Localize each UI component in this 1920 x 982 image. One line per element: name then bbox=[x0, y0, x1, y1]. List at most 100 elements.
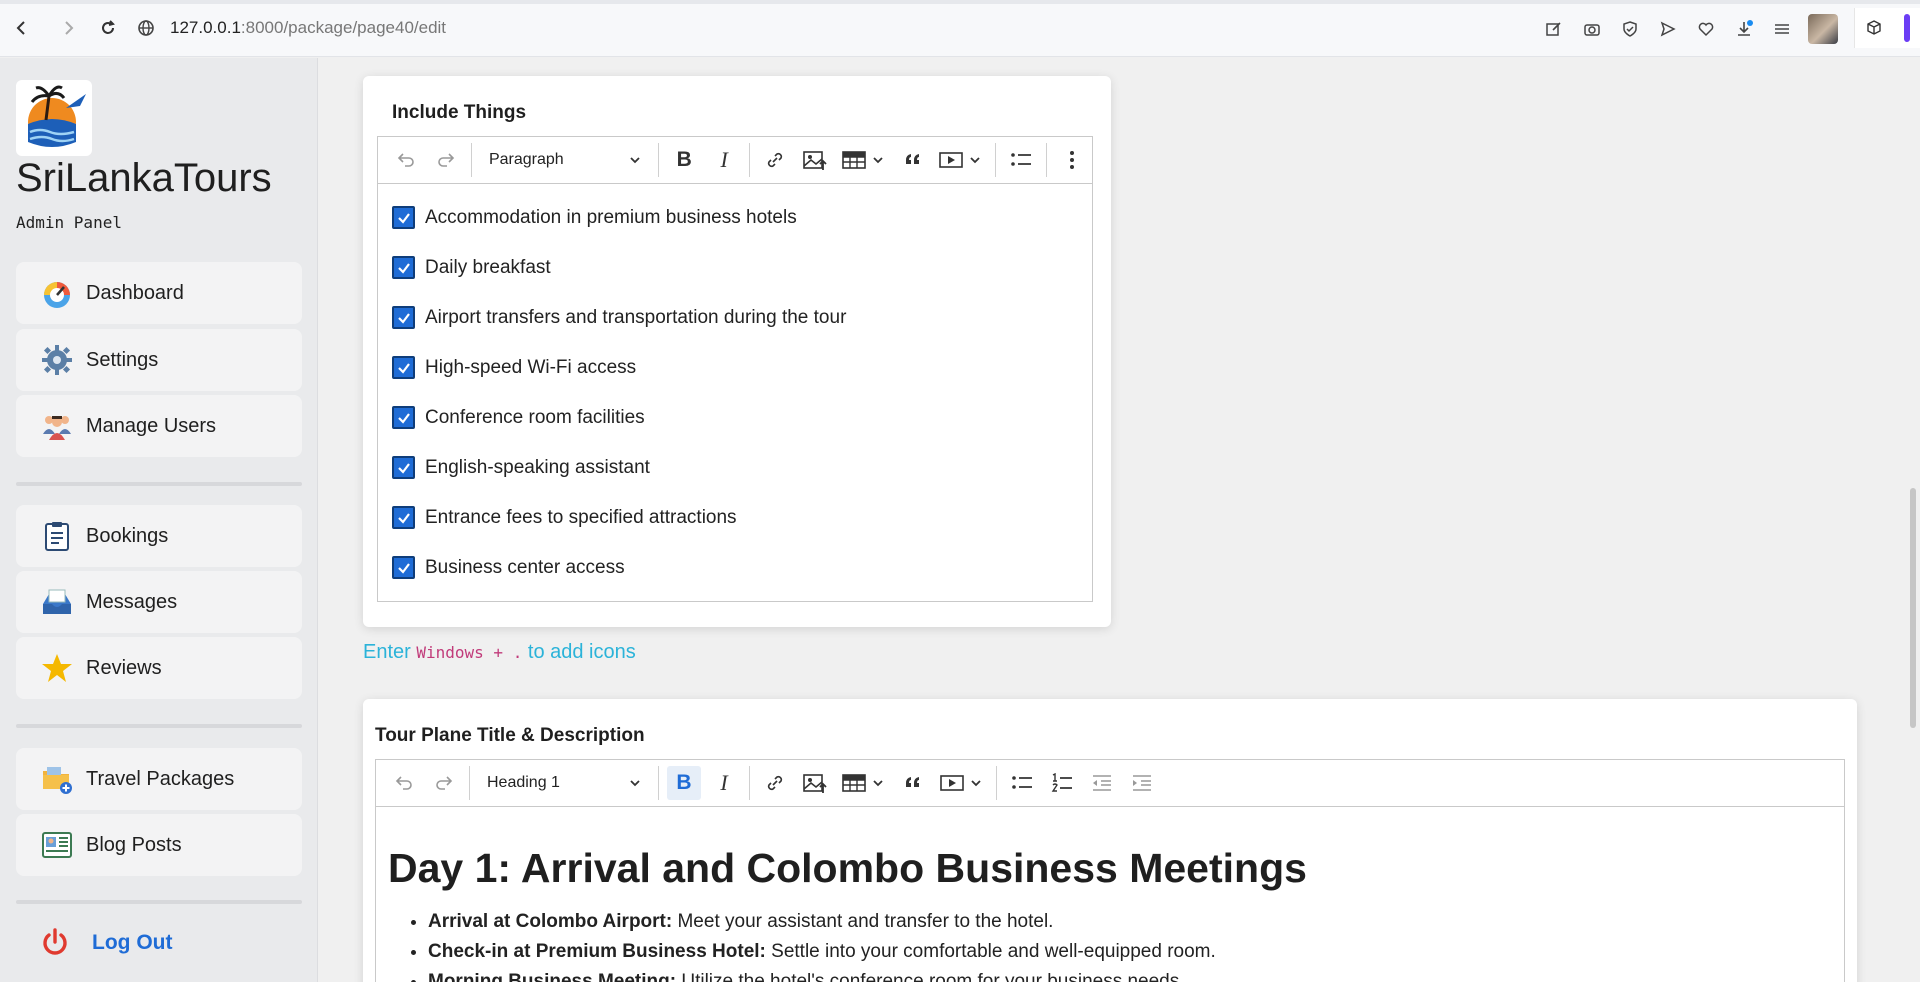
undo-button[interactable] bbox=[387, 766, 421, 800]
sidebar-item-reviews[interactable]: Reviews bbox=[16, 637, 302, 699]
sliders-icon[interactable] bbox=[1770, 17, 1794, 41]
checkbox-checked[interactable] bbox=[392, 456, 415, 479]
redo-button[interactable] bbox=[429, 143, 463, 177]
reload-button[interactable] bbox=[96, 16, 120, 40]
todo-item[interactable]: Business center access bbox=[392, 556, 625, 579]
chevron-down-icon bbox=[630, 157, 640, 164]
day-bullet-list: Arrival at Colombo Airport: Meet your as… bbox=[428, 907, 1728, 982]
brand-title: SriLankaTours bbox=[16, 156, 272, 200]
bold-button[interactable]: B bbox=[667, 766, 701, 800]
toolbar-separator bbox=[749, 143, 751, 177]
sidebar-item-bookings[interactable]: Bookings bbox=[16, 505, 302, 567]
italic-button[interactable]: I bbox=[707, 766, 741, 800]
sidebar-item-label: Settings bbox=[86, 348, 159, 371]
undo-button[interactable] bbox=[389, 143, 423, 177]
extension-panel[interactable] bbox=[1854, 8, 1920, 48]
include-things-editor[interactable]: Accommodation in premium business hotels… bbox=[377, 184, 1093, 602]
todo-item[interactable]: Airport transfers and transportation dur… bbox=[392, 306, 846, 329]
todo-item[interactable]: Entrance fees to specified attractions bbox=[392, 506, 737, 529]
shield-check-icon[interactable] bbox=[1618, 17, 1642, 41]
todo-item[interactable]: Conference room facilities bbox=[392, 406, 645, 429]
arrow-left-icon bbox=[16, 21, 25, 35]
italic-button[interactable]: I bbox=[707, 143, 741, 177]
sidebar-item-dashboard[interactable]: Dashboard bbox=[16, 262, 302, 324]
todo-item-text: Daily breakfast bbox=[425, 256, 551, 278]
bulleted-list-icon bbox=[1011, 153, 1031, 166]
more-options-button[interactable] bbox=[1055, 143, 1089, 177]
tour-description-editor[interactable]: Day 1: Arrival and Colombo Business Meet… bbox=[375, 807, 1845, 982]
outdent-button[interactable] bbox=[1085, 766, 1119, 800]
link-icon bbox=[768, 152, 783, 168]
sidebar-item-settings[interactable]: Settings bbox=[16, 329, 302, 391]
logout-button[interactable]: Log Out bbox=[40, 928, 172, 958]
insert-table-button[interactable] bbox=[838, 766, 890, 800]
toolbar-separator bbox=[658, 143, 660, 177]
paragraph-style-select[interactable]: Paragraph bbox=[477, 143, 653, 177]
checkbox-checked[interactable] bbox=[392, 406, 415, 429]
sidebar-item-messages[interactable]: Messages bbox=[16, 571, 302, 633]
hint-after: to add icons bbox=[522, 641, 636, 663]
todo-item[interactable]: English-speaking assistant bbox=[392, 456, 650, 479]
editor-toolbar: Paragraph B I bbox=[377, 136, 1093, 184]
checkbox-checked[interactable] bbox=[392, 506, 415, 529]
heart-icon[interactable] bbox=[1694, 17, 1718, 41]
profile-avatar[interactable] bbox=[1808, 14, 1838, 44]
sidebar: SriLankaTours Admin Panel Dashboard Sett… bbox=[0, 58, 318, 982]
insert-image-button[interactable] bbox=[798, 766, 832, 800]
camera-icon[interactable] bbox=[1580, 17, 1604, 41]
table-icon bbox=[842, 774, 883, 792]
insert-table-button[interactable] bbox=[838, 143, 889, 177]
card-title: Tour Plane Title & Description bbox=[375, 725, 645, 746]
sidebar-toggle-bar[interactable] bbox=[1903, 14, 1910, 42]
quote-icon bbox=[905, 154, 919, 164]
browser-actions bbox=[1542, 14, 1838, 44]
checkbox-checked[interactable] bbox=[392, 306, 415, 329]
arrow-right-icon bbox=[65, 21, 74, 35]
insert-media-button[interactable] bbox=[936, 766, 988, 800]
todo-item[interactable]: Daily breakfast bbox=[392, 256, 551, 279]
bold-button[interactable]: B bbox=[667, 143, 701, 177]
check-icon bbox=[397, 362, 410, 374]
checkbox-checked[interactable] bbox=[392, 356, 415, 379]
redo-button[interactable] bbox=[427, 766, 461, 800]
list-item-bold: Check-in at Premium Business Hotel: bbox=[428, 941, 766, 962]
toolbar-separator bbox=[658, 766, 659, 800]
bulleted-list-button[interactable] bbox=[1004, 143, 1038, 177]
sidebar-item-travel-packages[interactable]: Travel Packages bbox=[16, 748, 302, 810]
page-scrollbar[interactable] bbox=[1906, 58, 1920, 982]
check-icon bbox=[397, 212, 410, 224]
checkbox-checked[interactable] bbox=[392, 206, 415, 229]
quote-icon bbox=[906, 777, 919, 787]
indent-button[interactable] bbox=[1125, 766, 1159, 800]
scrollbar-thumb[interactable] bbox=[1910, 488, 1916, 728]
list-item-text: Settle into your comfortable and well-eq… bbox=[765, 941, 1216, 962]
checkbox-checked[interactable] bbox=[392, 556, 415, 579]
hint-shortcut: Windows + . bbox=[416, 643, 523, 662]
insert-media-button[interactable] bbox=[936, 143, 987, 177]
forward-button[interactable] bbox=[56, 16, 80, 40]
check-icon bbox=[397, 312, 410, 324]
link-button[interactable] bbox=[758, 766, 792, 800]
cube-icon bbox=[1867, 20, 1881, 35]
link-button[interactable] bbox=[758, 143, 792, 177]
back-button[interactable] bbox=[10, 16, 34, 40]
inbox-icon bbox=[40, 585, 74, 619]
star-icon bbox=[40, 651, 74, 685]
more-vertical-icon bbox=[1069, 151, 1074, 169]
download-icon[interactable] bbox=[1732, 17, 1756, 41]
todo-item-text: Entrance fees to specified attractions bbox=[425, 506, 737, 528]
blockquote-button[interactable] bbox=[896, 143, 930, 177]
sidebar-item-manage-users[interactable]: Manage Users bbox=[16, 395, 302, 457]
insert-image-button[interactable] bbox=[798, 143, 832, 177]
blockquote-button[interactable] bbox=[896, 766, 930, 800]
sidebar-item-blog-posts[interactable]: Blog Posts bbox=[16, 814, 302, 876]
todo-item[interactable]: Accommodation in premium business hotels bbox=[392, 206, 797, 229]
send-icon[interactable] bbox=[1656, 17, 1680, 41]
numbered-list-button[interactable] bbox=[1045, 766, 1079, 800]
todo-item-text: High-speed Wi-Fi access bbox=[425, 356, 637, 378]
bulleted-list-button[interactable] bbox=[1005, 766, 1039, 800]
todo-item[interactable]: High-speed Wi-Fi access bbox=[392, 356, 636, 379]
checkbox-checked[interactable] bbox=[392, 256, 415, 279]
edit-icon[interactable] bbox=[1542, 17, 1566, 41]
heading-style-select[interactable]: Heading 1 bbox=[475, 766, 653, 800]
